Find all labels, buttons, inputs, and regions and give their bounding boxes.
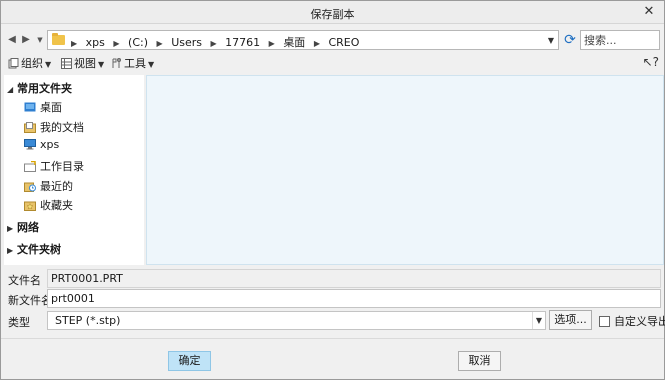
- chevron-down-icon[interactable]: ▼: [532, 312, 545, 329]
- sidebar-item-label: 收藏夹: [40, 199, 73, 212]
- view-menu[interactable]: 视图 ▼: [61, 55, 104, 71]
- chevron-down-icon: ▼: [98, 60, 105, 69]
- file-type-value: STEP (*.stp): [55, 314, 121, 327]
- search-input[interactable]: [580, 30, 660, 50]
- address-bar[interactable]: ▶ xps ▶ (C:) ▶ Users ▶ 17761 ▶ 桌面 ▶ CREO…: [47, 30, 559, 50]
- forward-icon[interactable]: ▶: [19, 32, 33, 48]
- expand-icon[interactable]: ▶: [7, 246, 17, 255]
- breadcrumb-separator-icon[interactable]: ▶: [314, 39, 320, 48]
- file-type-select[interactable]: STEP (*.stp) ▼: [47, 311, 546, 330]
- working-directory-icon: [24, 160, 36, 172]
- breadcrumb-separator-icon[interactable]: ▶: [71, 39, 77, 48]
- navigation-panel: ◢ 常用文件夹 桌面 我的文档 xps 工作目录 最近的 收藏夹 ▶ 网络 ▶ …: [4, 75, 144, 265]
- network-section[interactable]: ▶ 网络: [7, 219, 39, 235]
- cancel-button[interactable]: 取消: [458, 351, 501, 371]
- address-row: ◀ ▶ ▼ ▶ xps ▶ (C:) ▶ Users ▶ 17761 ▶ 桌面 …: [1, 29, 664, 51]
- folder-tree-label: 文件夹树: [17, 243, 61, 256]
- breadcrumb-item[interactable]: Users: [171, 36, 202, 49]
- folder-icon: [52, 33, 65, 45]
- tools-menu[interactable]: 工具 ▼: [111, 55, 154, 71]
- breadcrumb-item[interactable]: 17761: [225, 36, 260, 49]
- recent-icon: [24, 181, 36, 192]
- divider: [1, 338, 664, 339]
- breadcrumb-item[interactable]: CREO: [328, 36, 359, 49]
- type-label: 类型: [8, 316, 30, 329]
- refresh-icon[interactable]: ⟳: [561, 30, 579, 50]
- breadcrumb-separator-icon[interactable]: ▶: [113, 39, 119, 48]
- breadcrumb-separator-icon[interactable]: ▶: [157, 39, 163, 48]
- view-icon: [61, 58, 72, 69]
- new-filename-label: 新文件名: [8, 294, 52, 307]
- favorites-label: 常用文件夹: [17, 82, 72, 95]
- breadcrumb-item[interactable]: xps: [86, 36, 105, 49]
- sidebar-item-label: 工作目录: [40, 160, 84, 173]
- back-icon[interactable]: ◀: [5, 32, 19, 48]
- context-help-icon[interactable]: ↖?: [643, 55, 659, 69]
- ok-button[interactable]: 确定: [168, 351, 211, 371]
- custom-export-label: 自定义导出: [614, 315, 665, 328]
- sidebar-item-recent[interactable]: 最近的: [24, 178, 73, 194]
- filename-label: 文件名: [8, 274, 41, 287]
- tools-icon: [111, 58, 122, 69]
- sidebar-item-working-directory[interactable]: 工作目录: [24, 158, 84, 174]
- chevron-down-icon[interactable]: ▼: [546, 35, 556, 47]
- breadcrumb-separator-icon[interactable]: ▶: [269, 39, 275, 48]
- desktop-icon: [24, 102, 36, 113]
- breadcrumb: ▶ xps ▶ (C:) ▶ Users ▶ 17761 ▶ 桌面 ▶ CREO: [68, 34, 361, 50]
- sidebar-item-label: 我的文档: [40, 121, 84, 134]
- sidebar-item-favorites[interactable]: 收藏夹: [24, 197, 73, 213]
- new-filename-input[interactable]: [47, 289, 661, 308]
- window-title: 保存副本: [310, 8, 355, 21]
- toolbar: 组织 ▼ 视图 ▼ 工具 ▼ ↖?: [1, 54, 664, 72]
- close-icon[interactable]: ✕: [640, 3, 658, 21]
- chevron-down-icon: ▼: [148, 60, 155, 69]
- computer-icon: [24, 139, 36, 150]
- breadcrumb-separator-icon[interactable]: ▶: [211, 39, 217, 48]
- sidebar-item-label: 最近的: [40, 180, 73, 193]
- save-copy-dialog: 保存副本 ✕ ◀ ▶ ▼ ▶ xps ▶ (C:) ▶ Users ▶ 1776…: [0, 0, 665, 380]
- view-label: 视图: [74, 57, 96, 70]
- organize-icon: [8, 58, 19, 69]
- sidebar-item-label: 桌面: [40, 101, 62, 114]
- custom-export-checkbox[interactable]: [599, 316, 610, 327]
- options-button[interactable]: 选项...: [549, 310, 592, 330]
- favorites-icon: [24, 200, 36, 211]
- sidebar-item-label: xps: [40, 138, 60, 151]
- favorites-section[interactable]: ◢ 常用文件夹: [7, 80, 72, 96]
- filename-field: PRT0001.PRT: [47, 269, 661, 288]
- collapse-icon[interactable]: ◢: [7, 85, 17, 94]
- documents-icon: [24, 122, 36, 133]
- folder-tree-section[interactable]: ▶ 文件夹树: [7, 241, 61, 257]
- sidebar-item-my-documents[interactable]: 我的文档: [24, 119, 84, 135]
- custom-export-option[interactable]: 自定义导出: [599, 313, 665, 329]
- history-dropdown-icon[interactable]: ▼: [33, 32, 47, 48]
- breadcrumb-item[interactable]: (C:): [128, 36, 148, 49]
- chevron-down-icon: ▼: [45, 60, 52, 69]
- expand-icon[interactable]: ▶: [7, 224, 17, 233]
- tools-label: 工具: [124, 57, 146, 70]
- organize-label: 组织: [21, 57, 43, 70]
- file-list-area[interactable]: [146, 75, 664, 265]
- sidebar-item-xps[interactable]: xps: [24, 138, 59, 151]
- network-label: 网络: [17, 221, 39, 234]
- breadcrumb-item[interactable]: 桌面: [283, 34, 305, 50]
- organize-menu[interactable]: 组织 ▼: [8, 55, 51, 71]
- title-bar: 保存副本 ✕: [1, 1, 664, 24]
- sidebar-item-desktop[interactable]: 桌面: [24, 99, 62, 115]
